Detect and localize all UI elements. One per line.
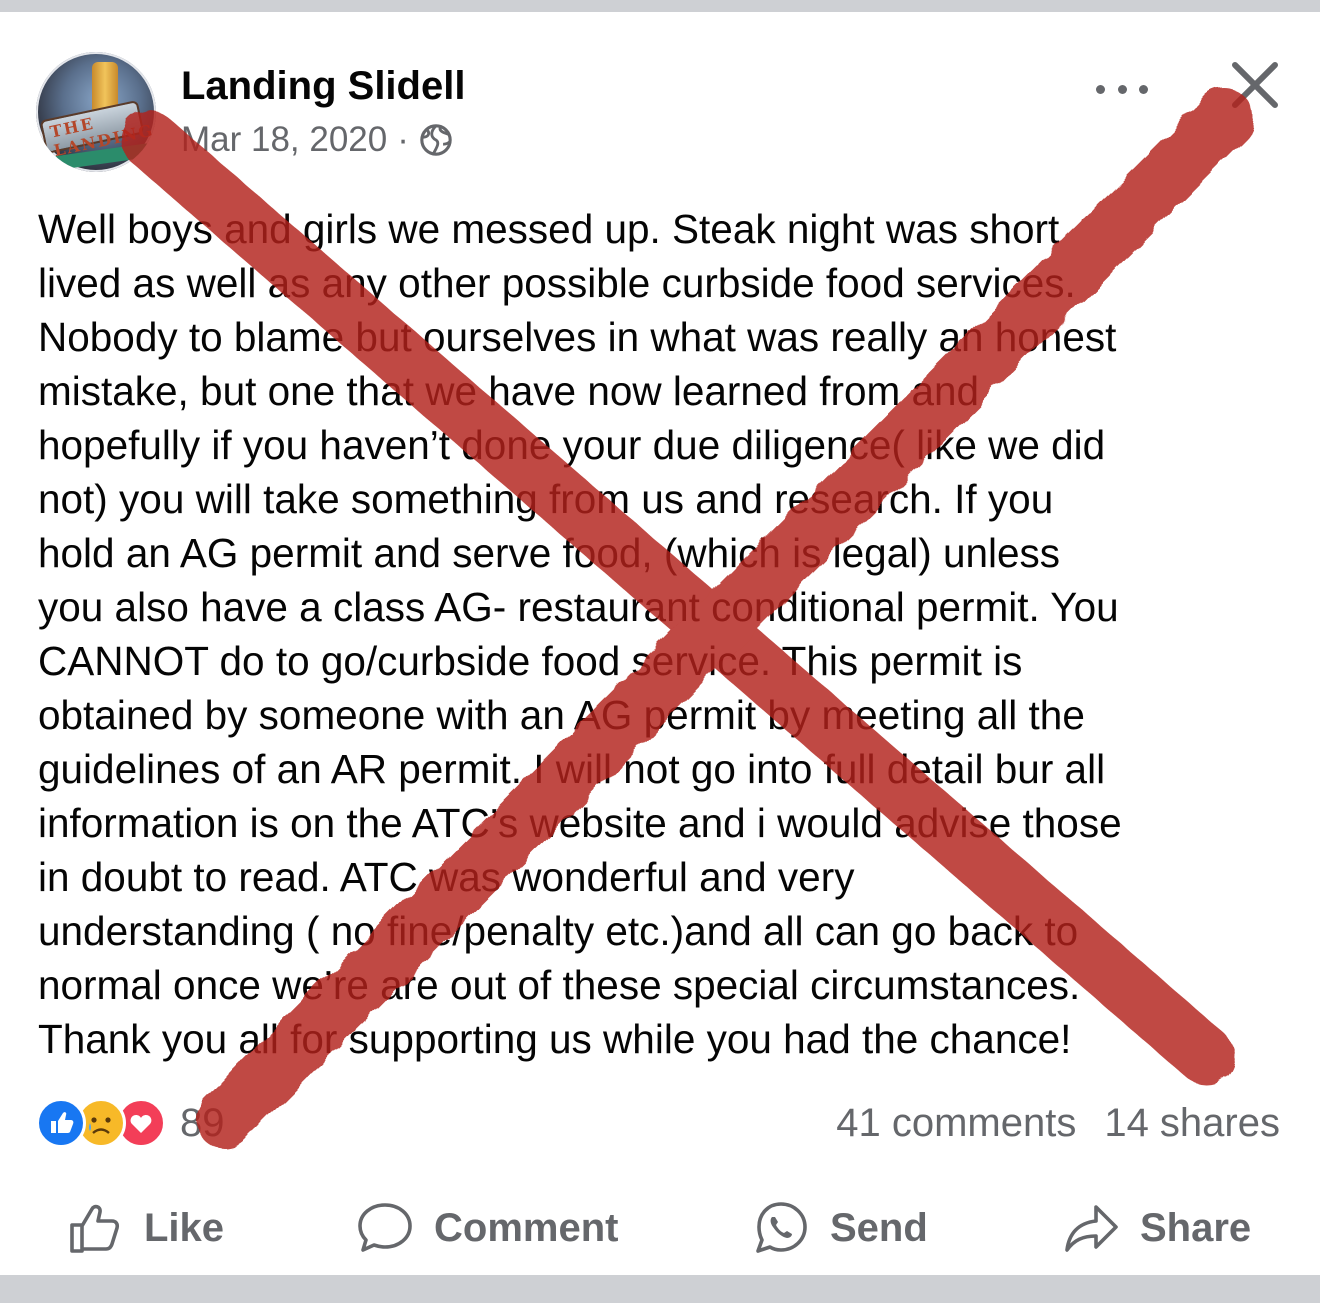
post-body-line: you also have a class AG- restaurant con… (38, 584, 1119, 630)
post-body-line: Thank you all for supporting us while yo… (38, 1016, 1072, 1062)
share-arrow-icon (1065, 1205, 1118, 1252)
like-button[interactable]: Like (66, 1192, 224, 1264)
page-name-link[interactable]: Landing Slidell (181, 62, 465, 110)
whatsapp-icon (756, 1202, 807, 1253)
bottom-divider (0, 1275, 1320, 1303)
reaction-count: 89 (180, 1100, 225, 1145)
more-dot (1096, 84, 1105, 94)
post-body-line: lived as well as any other possible curb… (38, 260, 1076, 306)
post-date[interactable]: Mar 18, 2020 (181, 118, 387, 162)
post-body-line: obtained by someone with an AG permit by… (38, 692, 1085, 738)
post-body-line: in doubt to read. ATC was wonderful and … (38, 854, 855, 900)
post-body-line: CANNOT do to go/curbside food service. T… (38, 638, 1023, 684)
post-body-line: normal once we’re are out of these speci… (38, 962, 1081, 1008)
post-body-line: hopefully if you haven’t done your due d… (38, 422, 1106, 468)
more-dot (1139, 84, 1148, 94)
more-options-icon[interactable] (1096, 74, 1148, 104)
more-dot (1117, 84, 1127, 94)
post-body-line: mistake, but one that we have now learne… (38, 368, 980, 414)
post-body-line: understanding ( no fine/penalty etc.)and… (38, 908, 1079, 954)
post-body-line: not) you will take something from us and… (38, 476, 1054, 522)
close-icon[interactable] (1226, 56, 1284, 114)
shares-count-link[interactable]: 14 shares (1104, 1098, 1280, 1148)
send-button[interactable]: Send (752, 1192, 928, 1264)
meta-separator: · (397, 120, 409, 159)
reactions-summary[interactable]: 89 (36, 1098, 225, 1148)
action-bar: Like Comment Send Share (0, 1192, 1320, 1264)
send-button-label: Send (830, 1205, 928, 1250)
post-body-line: Nobody to blame but ourselves in what wa… (38, 314, 1117, 360)
post-body-line: information is on the ATC’s website and … (38, 800, 1122, 846)
comments-count-link[interactable]: 41 comments (836, 1098, 1076, 1148)
comment-bubble-icon (358, 1203, 412, 1252)
comment-button-label: Comment (434, 1205, 619, 1250)
post-card: THE LANDING Landing Slidell Mar 18, 2020… (0, 12, 1320, 1275)
post-meta: Mar 18, 2020 · (181, 118, 453, 162)
like-button-label: Like (144, 1205, 225, 1250)
post-body: Well boys and girls we messed up. Steak … (38, 202, 1288, 1066)
top-divider (0, 0, 1320, 12)
page-avatar[interactable]: THE LANDING (36, 52, 156, 172)
post-body-line: Well boys and girls we messed up. Steak … (38, 206, 1060, 252)
engagement-stats: 41 comments 14 shares (836, 1098, 1280, 1148)
share-button[interactable]: Share (1062, 1192, 1251, 1264)
like-reaction-icon (36, 1098, 86, 1148)
post-body-line: guidelines of an AR permit. I will not g… (38, 746, 1106, 792)
thumbs-up-icon (70, 1204, 120, 1253)
comment-button[interactable]: Comment (356, 1192, 618, 1264)
post-body-line: hold an AG permit and serve food, (which… (38, 530, 1061, 576)
globe-icon (420, 124, 452, 156)
share-button-label: Share (1140, 1205, 1252, 1250)
